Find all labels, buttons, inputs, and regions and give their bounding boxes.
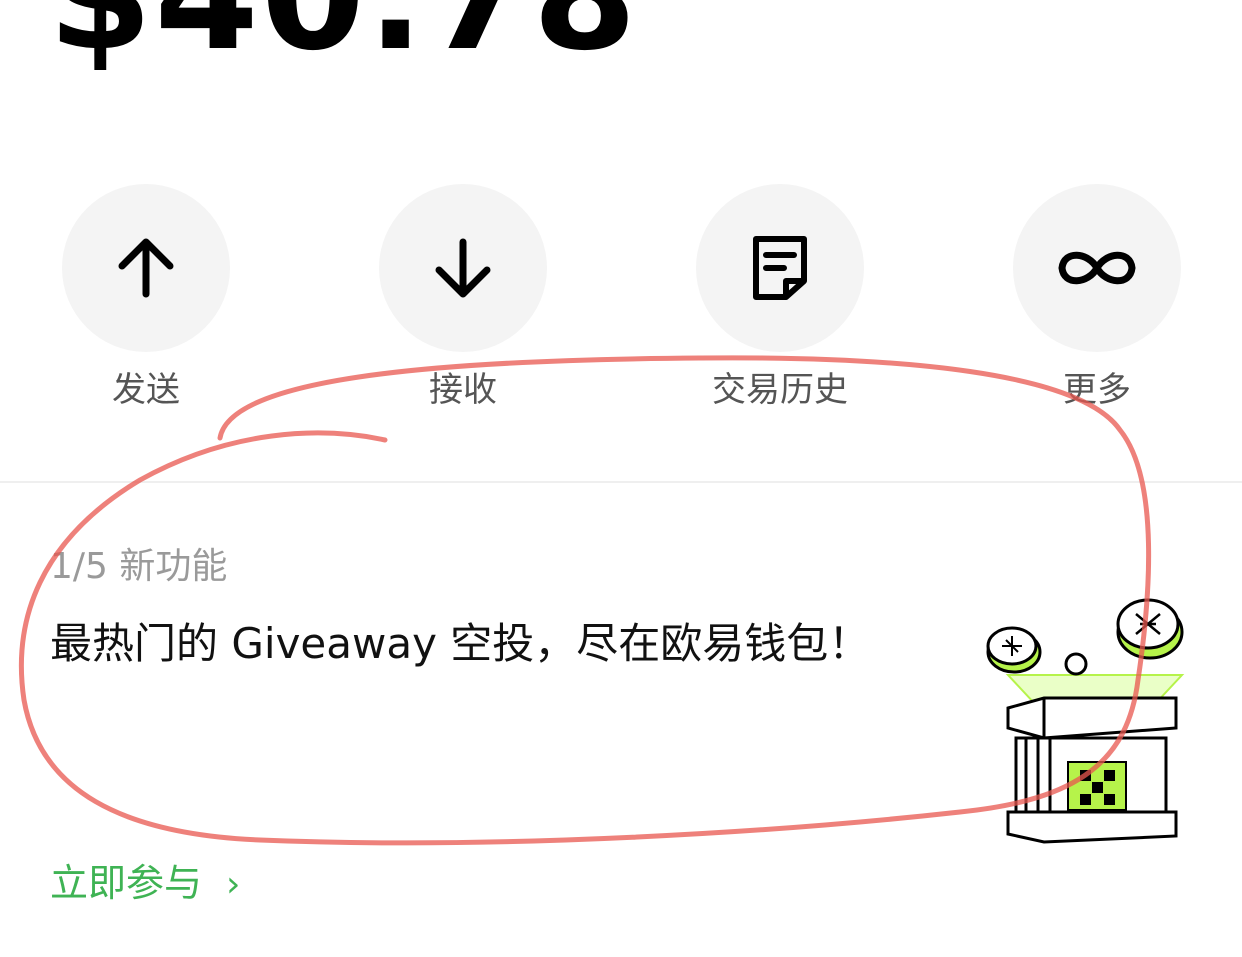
chevron-right-icon: › [226, 864, 241, 905]
send-button[interactable] [62, 184, 230, 352]
history-button[interactable] [696, 184, 864, 352]
send-label: 发送 [112, 370, 180, 410]
small-coin-icon [1064, 652, 1088, 676]
more-action[interactable]: 更多 [1012, 184, 1182, 412]
token-icon [1116, 598, 1184, 660]
arrow-down-icon [435, 238, 491, 298]
giveaway-box-illustration [986, 598, 1185, 844]
promo-cta-label: 立即参与 [50, 861, 203, 905]
send-action[interactable]: 发送 [61, 184, 231, 412]
wallet-page: $40.78 发送 接收 交易历史 [0, 0, 1242, 957]
arrow-up-icon [118, 238, 174, 298]
balance-amount: $40.78 [48, 0, 639, 72]
infinity-icon [1058, 251, 1136, 285]
coin-icon [986, 626, 1042, 674]
receive-button[interactable] [379, 184, 547, 352]
promo-title: 最热门的 Giveaway 空投，尽在欧易钱包！ [50, 619, 871, 668]
document-icon [753, 236, 807, 300]
receive-label: 接收 [429, 370, 497, 410]
history-label: 交易历史 [712, 370, 848, 410]
history-action[interactable]: 交易历史 [695, 184, 865, 412]
gift-box-icon [1006, 696, 1178, 844]
promo-counter: 1/5 新功能 [50, 546, 228, 587]
more-label: 更多 [1063, 370, 1131, 410]
more-button[interactable] [1013, 184, 1181, 352]
promo-cta-link[interactable]: 立即参与 › [50, 858, 240, 910]
receive-action[interactable]: 接收 [378, 184, 548, 412]
section-divider [0, 481, 1242, 483]
